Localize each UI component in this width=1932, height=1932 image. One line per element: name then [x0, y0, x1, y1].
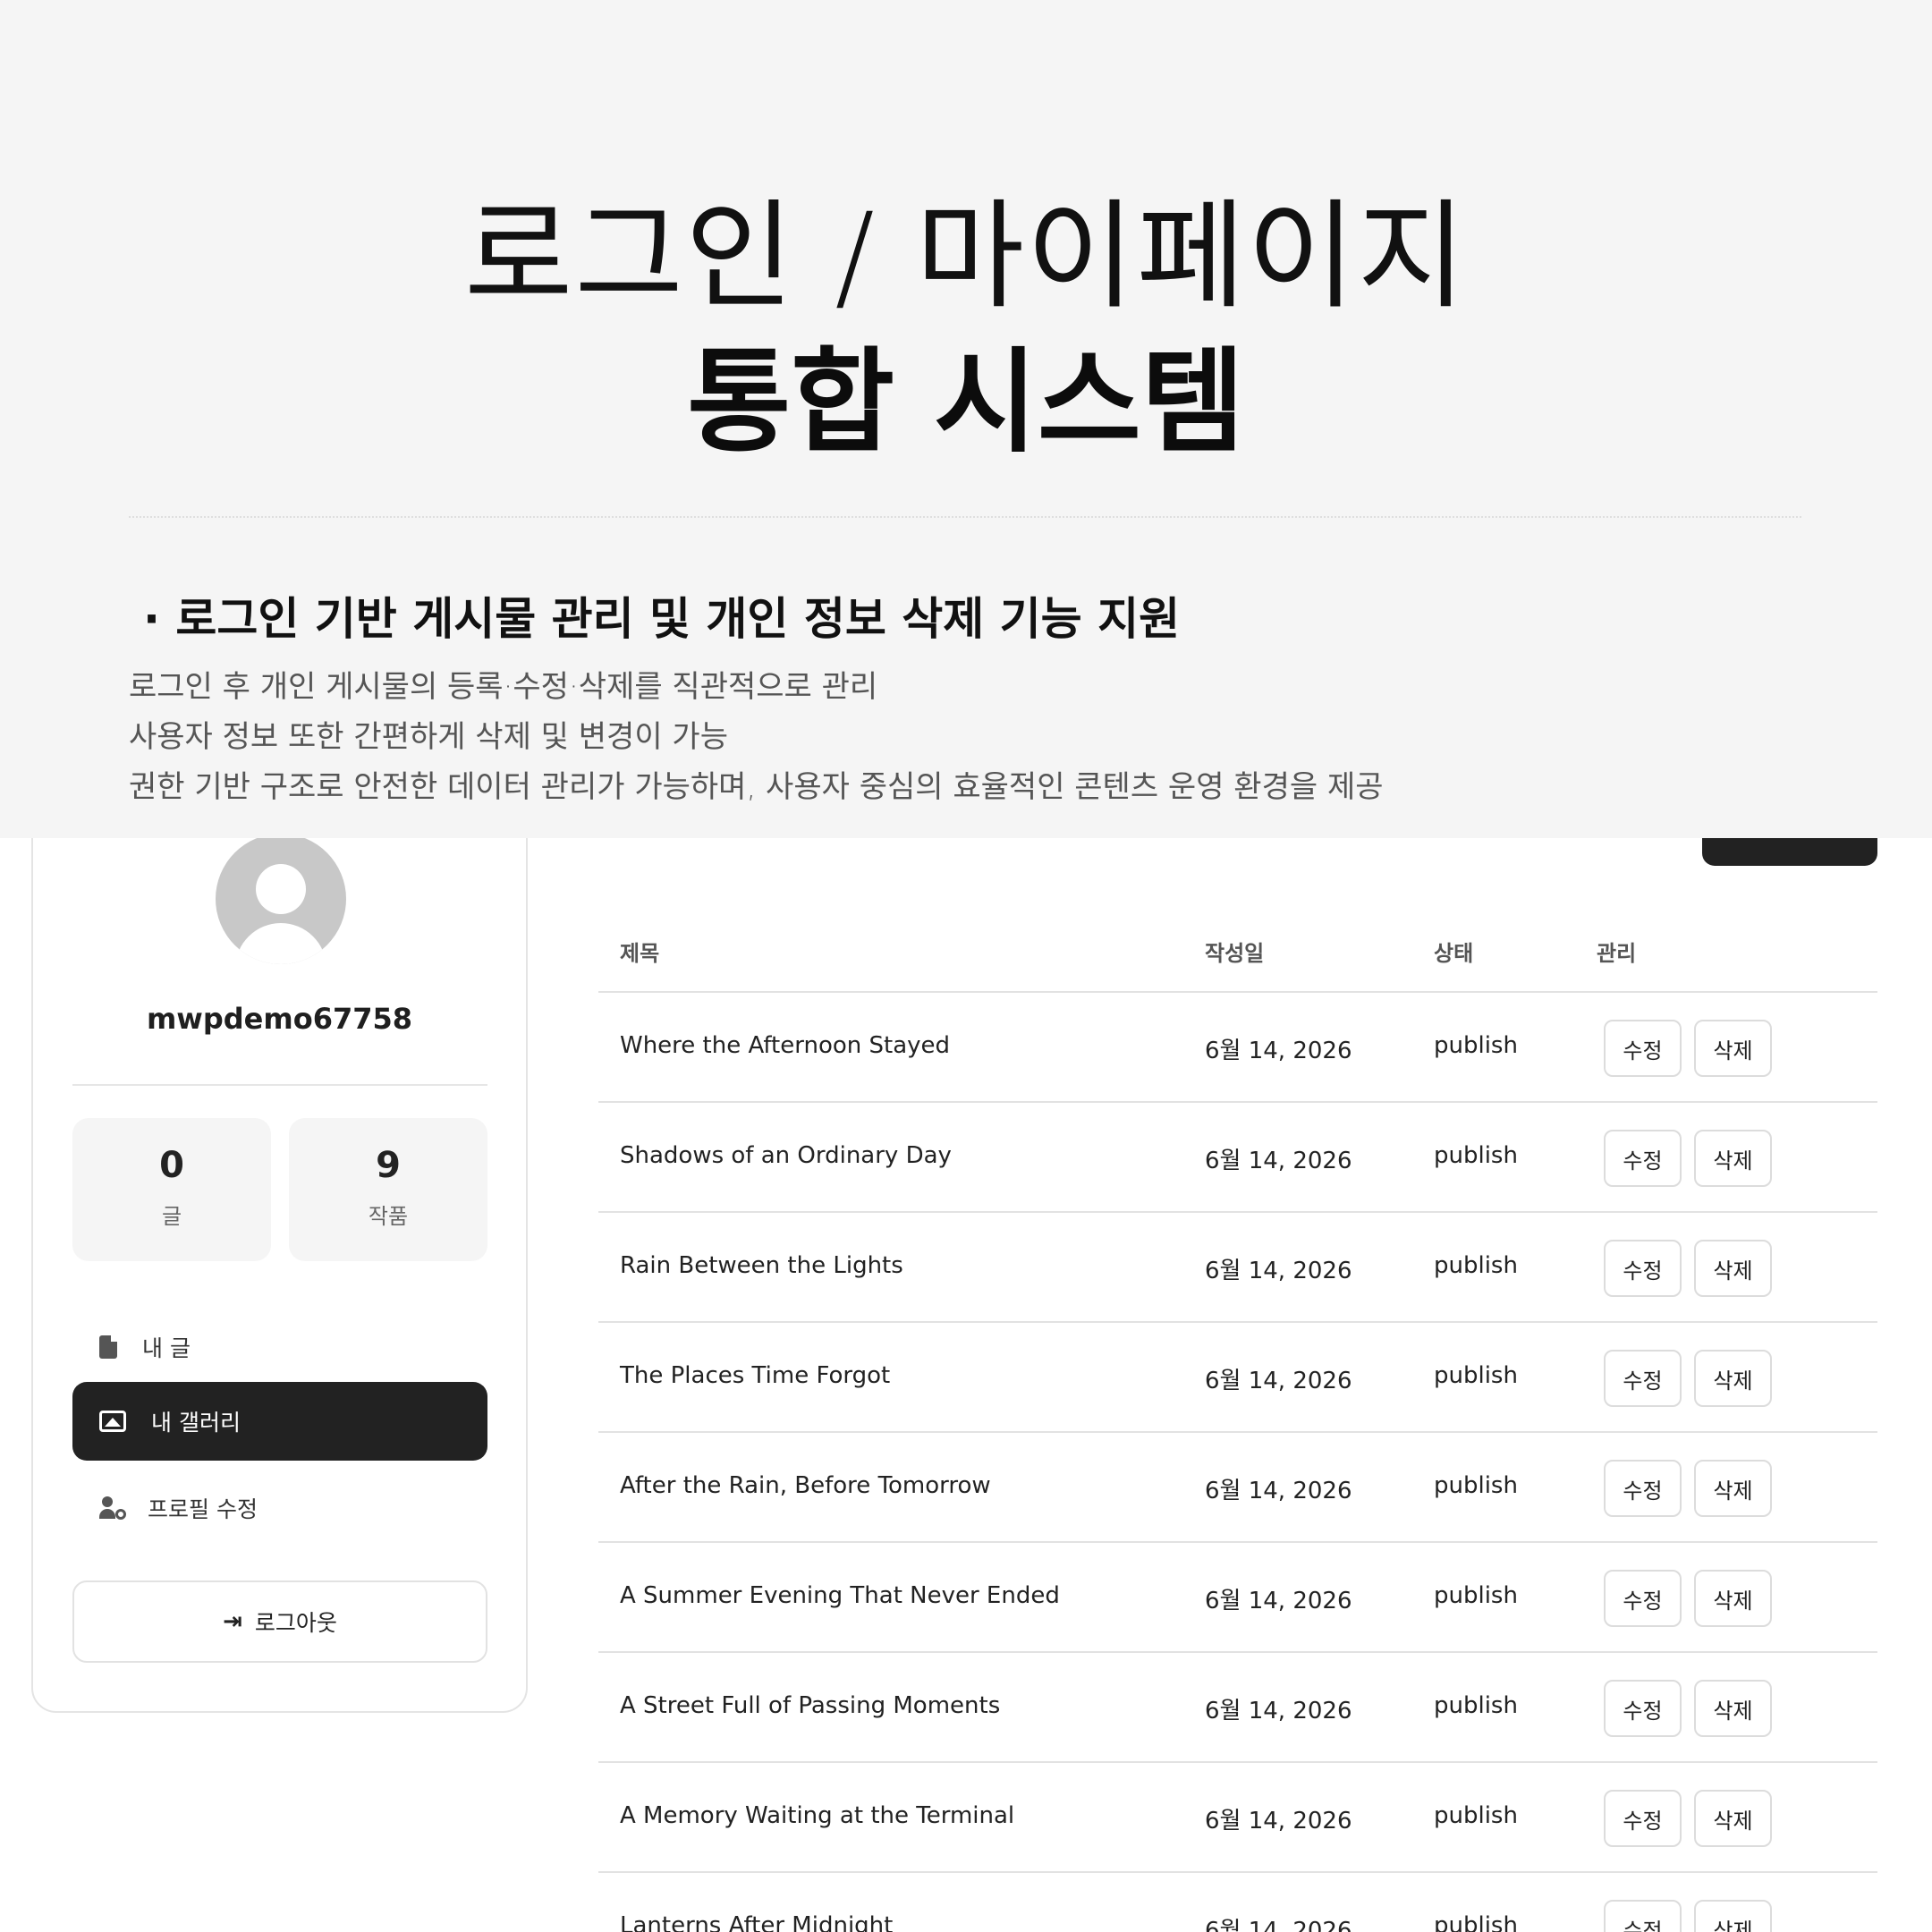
- edit-button[interactable]: 수정: [1604, 1130, 1682, 1187]
- row-title[interactable]: Where the Afternoon Stayed: [620, 1032, 950, 1059]
- row-date: 6월 14, 2026: [1205, 1258, 1352, 1284]
- table-row: Lanterns After Midnight 6월 14, 2026 publ…: [598, 1873, 1877, 1932]
- row-date: 6월 14, 2026: [1205, 1588, 1352, 1614]
- logout-label: 로그아웃: [254, 1610, 337, 1636]
- table-row: Where the Afternoon Stayed 6월 14, 2026 p…: [598, 993, 1877, 1103]
- row-status: publish: [1434, 1362, 1518, 1389]
- stat-works: 9 작품: [289, 1118, 487, 1261]
- header-admin: 관리: [1597, 941, 1637, 966]
- delete-button[interactable]: 삭제: [1694, 1130, 1772, 1187]
- row-date: 6월 14, 2026: [1205, 1148, 1352, 1174]
- profile-sidebar: mwpdemo67758 0 글 9 작품 내 글 내 갤러리 프로필 수정 ⇥…: [31, 742, 528, 1713]
- avatar-body: [235, 923, 326, 964]
- row-title[interactable]: Lanterns After Midnight: [620, 1912, 893, 1932]
- table-row: A Street Full of Passing Moments 6월 14, …: [598, 1653, 1877, 1763]
- edit-button[interactable]: 수정: [1604, 1790, 1682, 1847]
- header-date: 작성일: [1205, 941, 1265, 966]
- hero-divider: [129, 516, 1801, 518]
- table-row: Rain Between the Lights 6월 14, 2026 publ…: [598, 1213, 1877, 1323]
- hero-description-line: 사용자 정보 또한 간편하게 삭제 및 변경이 가능: [129, 719, 728, 755]
- row-title[interactable]: A Summer Evening That Never Ended: [620, 1582, 1060, 1609]
- row-status: publish: [1434, 1802, 1518, 1829]
- stat-posts: 0 글: [72, 1118, 271, 1261]
- gallery-table: 제목 작성일 상태 관리 Where the Afternoon Stayed …: [598, 908, 1877, 1932]
- edit-button[interactable]: 수정: [1604, 1240, 1682, 1297]
- row-status: publish: [1434, 1032, 1518, 1059]
- table-row: A Summer Evening That Never Ended 6월 14,…: [598, 1543, 1877, 1653]
- row-status: publish: [1434, 1472, 1518, 1499]
- stat-posts-value: 0: [159, 1145, 184, 1186]
- sidebar-item-my-gallery[interactable]: 내 갤러리: [72, 1382, 487, 1461]
- sidebar-item-label: 내 갤러리: [151, 1410, 241, 1436]
- row-status: publish: [1434, 1912, 1518, 1932]
- table-row: After the Rain, Before Tomorrow 6월 14, 2…: [598, 1433, 1877, 1543]
- logout-icon: ⇥: [223, 1608, 242, 1635]
- edit-button[interactable]: 수정: [1604, 1350, 1682, 1407]
- delete-button[interactable]: 삭제: [1694, 1020, 1772, 1077]
- header-status: 상태: [1434, 941, 1474, 966]
- delete-button[interactable]: 삭제: [1694, 1900, 1772, 1932]
- row-title[interactable]: A Memory Waiting at the Terminal: [620, 1802, 1014, 1829]
- sidebar-item-my-posts[interactable]: 내 글: [72, 1308, 487, 1386]
- stat-posts-label: 글: [161, 1204, 182, 1229]
- row-title[interactable]: Rain Between the Lights: [620, 1252, 903, 1279]
- row-date: 6월 14, 2026: [1205, 1808, 1352, 1835]
- row-status: publish: [1434, 1692, 1518, 1719]
- user-settings-icon: [99, 1496, 126, 1520]
- sidebar-item-label: 프로필 수정: [148, 1496, 258, 1522]
- delete-button[interactable]: 삭제: [1694, 1680, 1772, 1737]
- hero-description-line: 권한 기반 구조로 안전한 데이터 관리가 가능하며, 사용자 중심의 효율적인…: [129, 769, 1384, 805]
- hero-description: 로그인 후 개인 게시물의 등록·수정·삭제를 직관적으로 관리 사용자 정보 …: [129, 662, 1384, 812]
- username: mwpdemo67758: [146, 1002, 413, 1036]
- hero-subtitle: · 로그인 기반 게시물 관리 및 개인 정보 삭제 기능 지원: [143, 593, 1181, 645]
- gallery-icon: [99, 1411, 126, 1432]
- sidebar-divider: [72, 1084, 487, 1086]
- row-status: publish: [1434, 1582, 1518, 1609]
- row-date: 6월 14, 2026: [1205, 1368, 1352, 1394]
- delete-button[interactable]: 삭제: [1694, 1350, 1772, 1407]
- row-title[interactable]: A Street Full of Passing Moments: [620, 1692, 1000, 1719]
- header-title: 제목: [620, 941, 660, 966]
- hero-banner: 로그인 / 마이페이지 통합 시스템 · 로그인 기반 게시물 관리 및 개인 …: [0, 0, 1932, 838]
- hero-description-line: 로그인 후 개인 게시물의 등록·수정·삭제를 직관적으로 관리: [129, 669, 878, 705]
- document-icon: [99, 1335, 117, 1359]
- row-status: publish: [1434, 1252, 1518, 1279]
- sidebar-item-edit-profile[interactable]: 프로필 수정: [72, 1469, 487, 1547]
- row-status: publish: [1434, 1142, 1518, 1169]
- delete-button[interactable]: 삭제: [1694, 1790, 1772, 1847]
- delete-button[interactable]: 삭제: [1694, 1240, 1772, 1297]
- delete-button[interactable]: 삭제: [1694, 1460, 1772, 1517]
- edit-button[interactable]: 수정: [1604, 1020, 1682, 1077]
- delete-button[interactable]: 삭제: [1694, 1570, 1772, 1627]
- edit-button[interactable]: 수정: [1604, 1570, 1682, 1627]
- row-date: 6월 14, 2026: [1205, 1698, 1352, 1724]
- stat-works-label: 작품: [368, 1204, 409, 1229]
- row-title[interactable]: After the Rain, Before Tomorrow: [620, 1472, 991, 1499]
- table-row: The Places Time Forgot 6월 14, 2026 publi…: [598, 1323, 1877, 1433]
- table-header: 제목 작성일 상태 관리: [598, 908, 1877, 993]
- row-title[interactable]: Shadows of an Ordinary Day: [620, 1142, 952, 1169]
- hero-title-line2: 통합 시스템: [687, 336, 1245, 468]
- edit-button[interactable]: 수정: [1604, 1460, 1682, 1517]
- sidebar-item-label: 내 글: [142, 1335, 191, 1361]
- table-row: A Memory Waiting at the Terminal 6월 14, …: [598, 1763, 1877, 1873]
- avatar: [216, 834, 346, 964]
- edit-button[interactable]: 수정: [1604, 1680, 1682, 1737]
- row-date: 6월 14, 2026: [1205, 1918, 1352, 1932]
- stat-works-value: 9: [376, 1145, 401, 1186]
- logout-button[interactable]: ⇥ 로그아웃: [72, 1580, 487, 1663]
- row-title[interactable]: The Places Time Forgot: [620, 1362, 890, 1389]
- avatar-head: [256, 864, 306, 914]
- hero-title-line1: 로그인 / 마이페이지: [464, 188, 1468, 326]
- table-row: Shadows of an Ordinary Day 6월 14, 2026 p…: [598, 1103, 1877, 1213]
- row-date: 6월 14, 2026: [1205, 1038, 1352, 1064]
- edit-button[interactable]: 수정: [1604, 1900, 1682, 1932]
- row-date: 6월 14, 2026: [1205, 1478, 1352, 1504]
